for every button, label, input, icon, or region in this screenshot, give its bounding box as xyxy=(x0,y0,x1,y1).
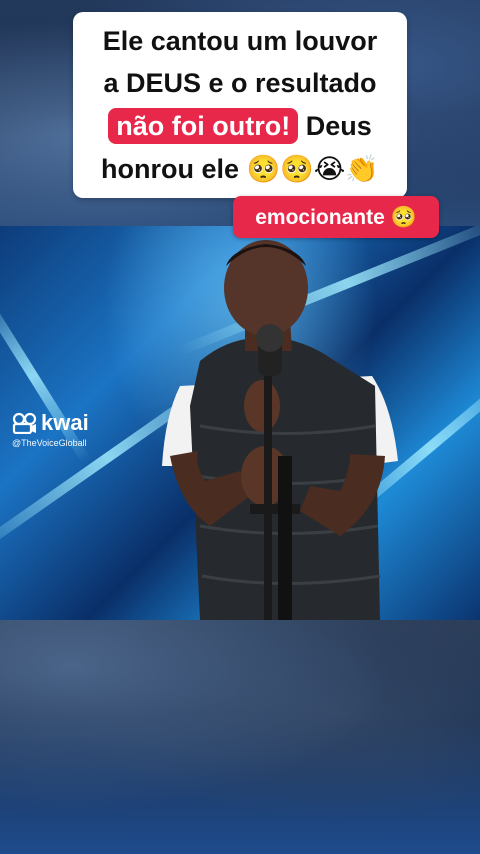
channel-handle: @TheVoiceGloball xyxy=(12,438,87,448)
kwai-camera-icon xyxy=(12,412,37,434)
caption-box: Ele cantou um louvor a DEUS e o resultad… xyxy=(73,12,407,198)
crying-clapping-emoji-icon: 🥺🥺😭👏 xyxy=(246,154,379,185)
blurred-background-bottom xyxy=(0,620,480,854)
caption-line-2: a DEUS e o resultado xyxy=(103,68,377,98)
video-frame[interactable]: kwai @TheVoiceGloball xyxy=(0,226,480,620)
pleading-face-emoji-icon: 🥺 xyxy=(390,205,417,229)
emotional-tag: emocionante 🥺 xyxy=(233,196,439,238)
kwai-brand: kwai xyxy=(41,410,89,435)
caption-highlight: não foi outro! xyxy=(108,108,299,144)
caption-line-4: honrou ele 🥺🥺😭👏 xyxy=(73,152,407,187)
caption-line-3-rest: Deus xyxy=(298,111,372,141)
emotional-tag-label: emocionante xyxy=(255,206,391,229)
kwai-logo: kwai xyxy=(12,410,89,436)
caption-line-4-text: honrou ele xyxy=(101,154,247,184)
kwai-watermark: kwai @TheVoiceGloball xyxy=(12,410,89,448)
caption-line-1: Ele cantou um louvor xyxy=(102,26,378,56)
caption-line-3: não foi outro! Deus xyxy=(73,108,407,144)
